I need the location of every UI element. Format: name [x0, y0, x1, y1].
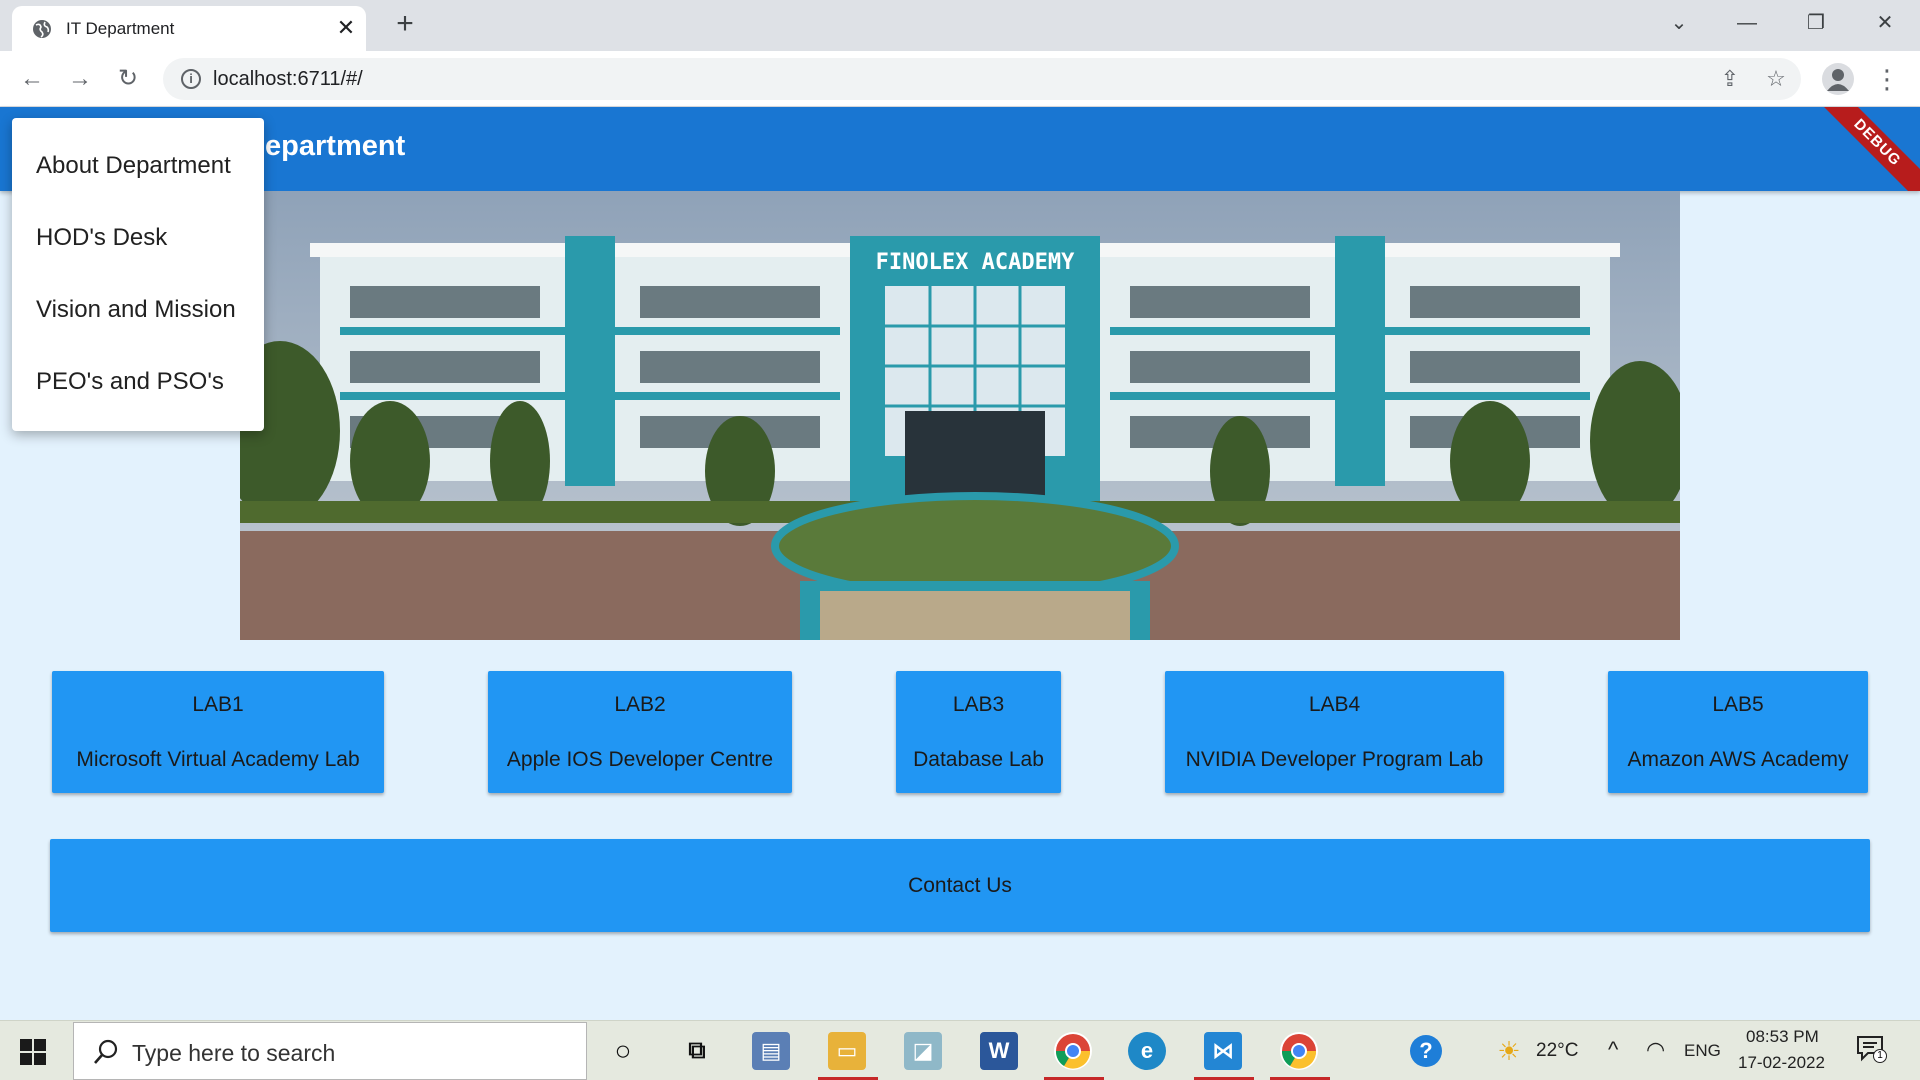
lab-id: LAB1: [192, 693, 244, 716]
language-indicator[interactable]: ENG: [1684, 1041, 1721, 1061]
share-icon[interactable]: ⇪: [1717, 66, 1743, 92]
lab1-button[interactable]: LAB1 Microsoft Virtual Academy Lab: [52, 671, 384, 793]
notification-icon[interactable]: 1: [1856, 1035, 1887, 1063]
minimize-button[interactable]: —: [1729, 8, 1765, 38]
browser-tab-strip: IT Department ✕ + ⌄ — ❐ ✕: [0, 0, 1920, 51]
lab-id: LAB3: [952, 693, 1005, 716]
edge-icon[interactable]: e: [1128, 1032, 1166, 1070]
address-bar[interactable]: i localhost:6711/#/ ⇪ ☆: [163, 58, 1801, 100]
cortana-icon[interactable]: ○: [604, 1032, 642, 1070]
vscode-icon[interactable]: ⋈: [1204, 1032, 1242, 1070]
lab4-button[interactable]: LAB4 NVIDIA Developer Program Lab: [1165, 671, 1504, 793]
profile-avatar[interactable]: [1822, 63, 1854, 95]
menu-item-about-department[interactable]: About Department: [12, 130, 264, 202]
network-app-icon[interactable]: ▤: [752, 1032, 790, 1070]
lab-name: Database Lab: [913, 748, 1044, 771]
lab-name: Apple IOS Developer Centre: [506, 748, 774, 771]
lab-name: NVIDIA Developer Program Lab: [1185, 748, 1484, 771]
notification-count: 1: [1873, 1049, 1887, 1063]
notes-app-icon[interactable]: ◪: [904, 1032, 942, 1070]
lab-name: Amazon AWS Academy: [1627, 748, 1849, 771]
tab-close-icon[interactable]: ✕: [334, 16, 358, 40]
lab5-button[interactable]: LAB5 Amazon AWS Academy: [1608, 671, 1868, 793]
windows-start-icon[interactable]: [20, 1039, 46, 1065]
site-info-icon[interactable]: i: [181, 69, 201, 89]
browser-menu-icon[interactable]: ⋮: [1874, 63, 1900, 95]
lab-name: Microsoft Virtual Academy Lab: [76, 748, 360, 771]
taskbar-search-input[interactable]: Type here to search: [73, 1022, 587, 1080]
file-explorer-icon[interactable]: ▭: [828, 1032, 866, 1070]
lab3-button[interactable]: LAB3 Database Lab: [896, 671, 1061, 793]
bookmark-star-icon[interactable]: ☆: [1763, 66, 1789, 92]
windows-taskbar: Type here to search ○ ⧉ ▤ ▭ ◪ W e ⋈ ? ☀ …: [0, 1020, 1920, 1080]
forward-button[interactable]: →: [64, 63, 96, 95]
contact-us-button[interactable]: Contact Us: [50, 839, 1870, 932]
lab-id: LAB2: [614, 693, 666, 716]
tab-title: IT Department: [66, 19, 175, 38]
lab2-button[interactable]: LAB2 Apple IOS Developer Centre: [488, 671, 792, 793]
search-placeholder: Type here to search: [132, 1040, 336, 1066]
debug-banner: DEBUG: [1801, 107, 1920, 191]
menu-item-peos-psos[interactable]: PEO's and PSO's: [12, 346, 264, 418]
chrome-active-icon[interactable]: [1280, 1032, 1318, 1070]
campus-building-image: FINOLEX ACADEMY: [240, 191, 1680, 640]
wifi-icon[interactable]: ◠: [1646, 1037, 1665, 1063]
person-icon: [1827, 69, 1849, 91]
building-sign: FINOLEX ACADEMY: [876, 250, 1075, 275]
tab-search-button[interactable]: ⌄: [1661, 8, 1697, 38]
url-text[interactable]: localhost:6711/#/: [213, 68, 363, 91]
browser-tab[interactable]: IT Department ✕: [12, 6, 366, 51]
new-tab-button[interactable]: +: [390, 9, 420, 40]
menu-item-vision-mission[interactable]: Vision and Mission: [12, 274, 264, 346]
help-icon[interactable]: ?: [1410, 1035, 1442, 1067]
back-button[interactable]: ←: [16, 63, 48, 95]
close-window-button[interactable]: ✕: [1867, 8, 1903, 38]
word-icon[interactable]: W: [980, 1032, 1018, 1070]
browser-toolbar: ← → ↻ i localhost:6711/#/ ⇪ ☆ ⋮: [0, 51, 1920, 107]
search-icon: [94, 1039, 118, 1064]
chrome-icon[interactable]: [1054, 1032, 1092, 1070]
chevron-up-icon[interactable]: ^: [1608, 1037, 1618, 1063]
reload-button[interactable]: ↻: [112, 63, 144, 95]
clock-date[interactable]: 17-02-2022: [1738, 1053, 1825, 1073]
department-menu: About Department HOD's Desk Vision and M…: [12, 118, 264, 431]
temperature[interactable]: 22°C: [1536, 1040, 1578, 1062]
weather-icon[interactable]: ☀: [1490, 1032, 1528, 1070]
restore-button[interactable]: ❐: [1798, 8, 1834, 38]
globe-icon: [33, 20, 51, 38]
lab-id: LAB5: [1712, 693, 1764, 716]
menu-item-hods-desk[interactable]: HOD's Desk: [12, 202, 264, 274]
lab-id: LAB4: [1308, 693, 1361, 716]
clock-time[interactable]: 08:53 PM: [1746, 1027, 1819, 1047]
app-bar: Welcome to IT Department DEBUG: [0, 107, 1920, 191]
task-view-icon[interactable]: ⧉: [678, 1032, 716, 1070]
